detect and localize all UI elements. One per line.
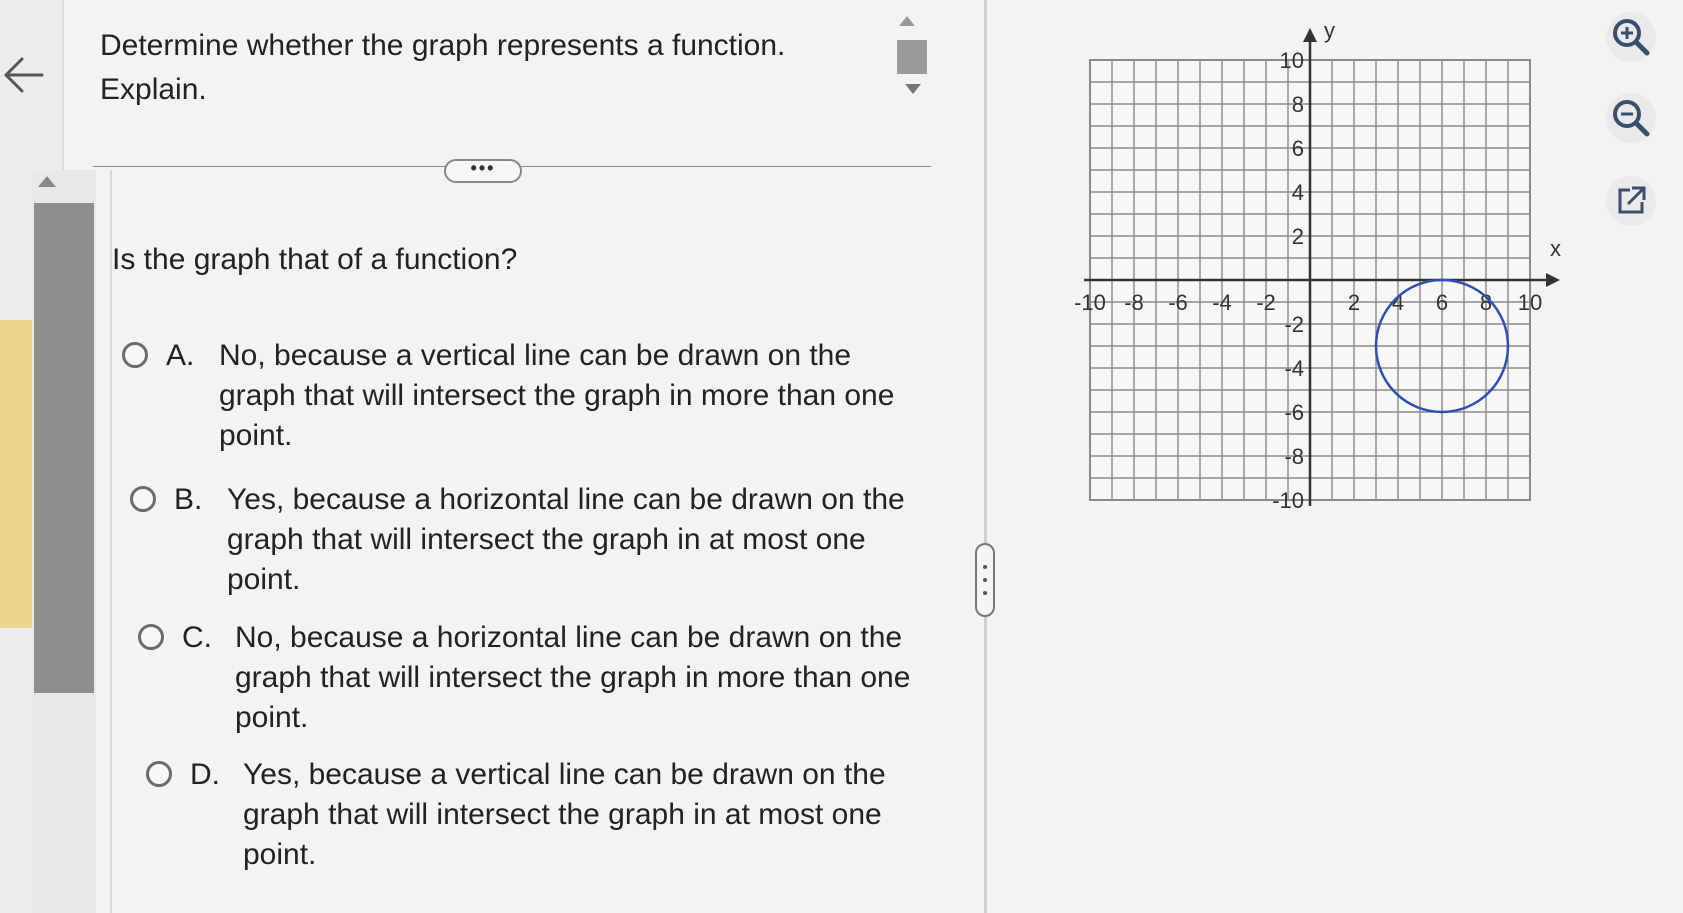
x-tick-label: -2	[1256, 290, 1276, 315]
y-axis-label: y	[1324, 18, 1335, 43]
option-letter: A.	[166, 339, 195, 372]
header-scrollbar-thumb[interactable]	[897, 40, 927, 74]
zoom-in-icon	[1613, 19, 1650, 56]
question-prompt: Is the graph that of a function?	[112, 243, 518, 276]
option-text: Yes, because a horizontal line can be dr…	[227, 483, 905, 596]
question-panel-border	[110, 170, 112, 913]
radio-button-a[interactable]	[122, 342, 148, 368]
question-scrollbar-thumb[interactable]	[34, 203, 94, 693]
radio-button-b[interactable]	[130, 486, 156, 512]
scroll-up-arrow-icon[interactable]	[38, 176, 56, 187]
back-arrow-icon[interactable]	[2, 55, 44, 95]
option-text: No, because a horizontal line can be dra…	[235, 621, 911, 734]
x-tick-label: -6	[1168, 290, 1188, 315]
y-tick-label: 2	[1292, 224, 1304, 249]
y-tick-label: -10	[1272, 488, 1304, 513]
x-tick-label: 10	[1518, 290, 1542, 315]
y-tick-label: -4	[1284, 356, 1304, 381]
option-letter: D.	[190, 758, 220, 791]
splitter-handle[interactable]	[975, 543, 995, 617]
zoom-in-button[interactable]	[1606, 12, 1656, 62]
x-tick-label: -10	[1074, 290, 1106, 315]
zoom-out-icon	[1613, 100, 1650, 137]
radio-button-c[interactable]	[138, 624, 164, 650]
header-scroll-down-icon[interactable]	[905, 84, 921, 94]
y-axis-arrow	[1303, 28, 1317, 42]
y-tick-label: -8	[1284, 444, 1304, 469]
panel-splitter[interactable]	[984, 0, 987, 913]
function-graph: xy -10 -8 -6 -4 -2 2 4 6 8 10108642-2-4-6-8-10	[1074, 18, 1561, 513]
y-tick-label: 4	[1292, 180, 1304, 205]
option-text: Yes, because a vertical line can be draw…	[243, 758, 886, 871]
option-letter: B.	[174, 483, 203, 516]
y-tick-label: -2	[1284, 312, 1304, 337]
question-title: Determine whether the graph represents a…	[100, 29, 786, 106]
x-tick-label: -8	[1124, 290, 1144, 315]
option-text: No, because a vertical line can be drawn…	[219, 339, 895, 452]
popout-icon	[1618, 186, 1646, 214]
zoom-out-button[interactable]	[1606, 93, 1656, 143]
y-tick-label: -6	[1284, 400, 1304, 425]
y-tick-label: 6	[1292, 136, 1304, 161]
x-tick-label: 6	[1436, 290, 1448, 315]
y-tick-label: 10	[1280, 48, 1304, 73]
x-tick-label: -4	[1212, 290, 1232, 315]
header-scroll-up-icon[interactable]	[899, 16, 915, 26]
expand-more-button[interactable]: •••	[444, 159, 522, 183]
y-tick-label: 8	[1292, 92, 1304, 117]
x-axis-arrow	[1546, 273, 1560, 287]
x-tick-label: 2	[1348, 290, 1360, 315]
popout-button[interactable]	[1606, 176, 1656, 226]
radio-button-d[interactable]	[146, 761, 172, 787]
option-letter: C.	[182, 621, 212, 654]
x-axis-label: x	[1550, 236, 1561, 261]
